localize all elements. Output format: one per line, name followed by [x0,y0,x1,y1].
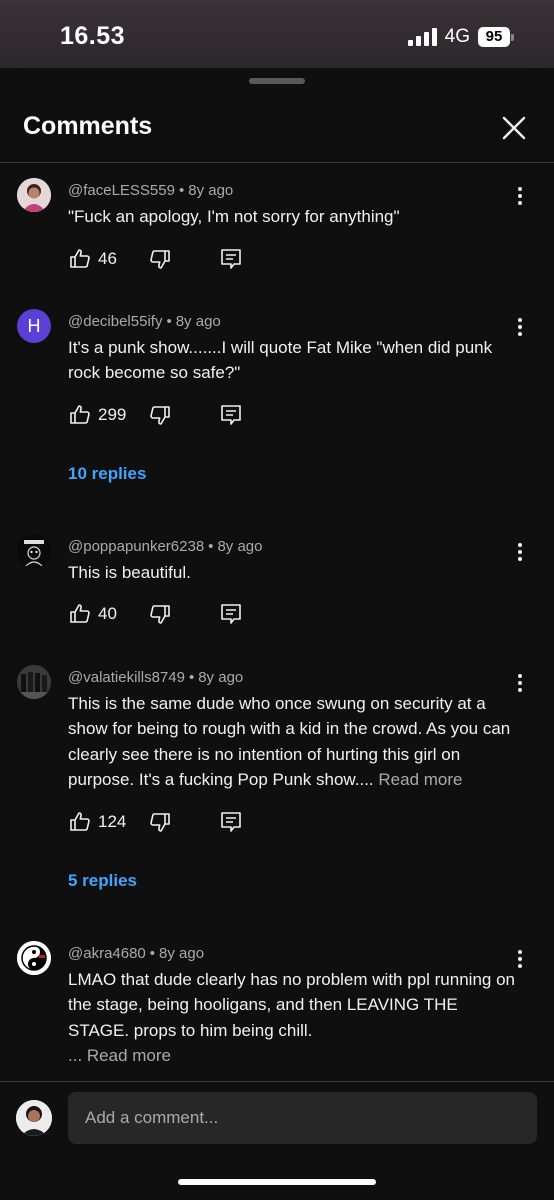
user-avatar[interactable] [16,1100,52,1136]
dislike-button[interactable] [148,602,172,631]
like-count: 46 [98,249,117,268]
reply-icon [221,604,241,624]
status-bar: 16.53 4G 95 [0,0,554,68]
avatar[interactable]: H [17,309,51,343]
like-count: 124 [98,812,127,831]
battery-icon: 95 [478,27,514,47]
reply-icon [221,405,241,425]
comment-meta: @poppapunker6238 • 8y ago [68,538,263,555]
like-button[interactable]: 124 [68,810,126,834]
thumbs-down-icon [150,250,170,269]
comment-author[interactable]: @decibel55ify [68,313,162,330]
reply-button[interactable] [219,810,243,839]
comment-actions: 124 [68,810,268,834]
thumbs-up-icon [70,604,90,623]
avatar[interactable] [17,941,51,975]
comment-meta: @valatiekills8749 • 8y ago [68,669,244,686]
comment-age: 8y ago [217,538,263,555]
like-button[interactable]: 40 [68,602,117,626]
avatar[interactable] [17,178,51,212]
status-icons: 4G 95 [407,26,514,48]
sheet-title: Comments [23,112,153,140]
dislike-button[interactable] [148,247,172,276]
like-button[interactable]: 46 [68,247,117,271]
read-more-link[interactable]: Read more [374,770,462,789]
comments-sheet: Comments @faceLESS559 • 8y ago "Fuck an ap… [0,68,554,1200]
avatar[interactable] [17,665,51,699]
more-options-icon[interactable] [510,540,530,564]
thumbs-down-icon [150,605,170,624]
comment-text: It's a punk show.......I will quote Fat … [68,338,493,383]
comment-actions: 46 [68,247,268,271]
home-indicator [178,1179,376,1185]
comment-age: 8y ago [188,182,234,199]
dislike-button[interactable] [148,810,172,839]
view-replies-link[interactable]: 5 replies [68,871,137,891]
comment-author[interactable]: @poppapunker6238 [68,538,204,555]
header-divider [0,162,554,163]
like-count: 40 [98,604,117,623]
reply-button[interactable] [219,247,243,276]
signal-icon [407,28,437,46]
more-options-icon[interactable] [510,671,530,695]
avatar-letter: H [27,315,41,336]
comment-composer [0,1082,554,1200]
comment-age: 8y ago [198,669,244,686]
comment-age: 8y ago [159,945,205,962]
more-options-icon[interactable] [510,315,530,339]
avatar[interactable] [17,534,51,568]
comment-author[interactable]: @akra4680 [68,945,146,962]
thumbs-up-icon [70,812,90,831]
sheet-drag-handle[interactable] [249,78,305,84]
comment-meta: @decibel55ify • 8y ago [68,313,221,330]
reply-icon [221,812,241,832]
comment-author[interactable]: @faceLESS559 [68,182,175,199]
comment-text-content: LMAO that dude clearly has no problem wi… [68,970,515,1040]
dislike-button[interactable] [148,403,172,432]
view-replies-link[interactable]: 10 replies [68,464,146,484]
reply-icon [221,249,241,269]
network-type: 4G [444,26,470,47]
close-icon[interactable] [498,112,530,144]
status-time: 16.53 [60,22,126,50]
comment-text: This is beautiful. [68,563,191,582]
sheet-header: Comments [0,98,554,162]
comment-text: LMAO that dude clearly has no problem wi… [68,967,518,1068]
more-options-icon[interactable] [510,947,530,971]
battery-level: 95 [478,27,510,47]
like-button[interactable]: 299 [68,403,126,427]
read-more-link[interactable]: ... Read more [68,1046,171,1065]
comment-meta: @akra4680 • 8y ago [68,945,205,962]
comment-actions: 299 [68,403,268,427]
thumbs-down-icon [150,813,170,832]
thumbs-up-icon [70,249,90,268]
thumbs-down-icon [150,406,170,425]
comment-meta: @faceLESS559 • 8y ago [68,182,234,199]
like-count: 299 [98,405,127,424]
comment-text: "Fuck an apology, I'm not sorry for anyt… [68,207,400,226]
reply-button[interactable] [219,602,243,631]
comment-actions: 40 [68,602,268,626]
comment-age: 8y ago [175,313,221,330]
thumbs-up-icon [70,405,90,424]
comment-author[interactable]: @valatiekills8749 [68,669,185,686]
reply-button[interactable] [219,403,243,432]
add-comment-input[interactable] [68,1092,537,1144]
more-options-icon[interactable] [510,184,530,208]
comment-text: This is the same dude who once swung on … [68,691,518,792]
